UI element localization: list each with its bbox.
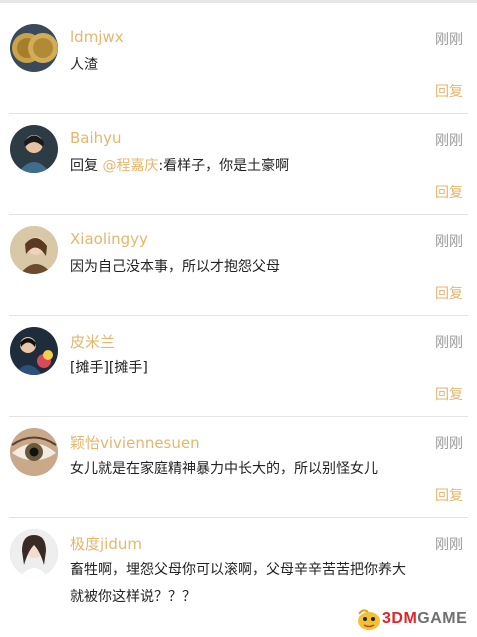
person-avatar-icon[interactable] — [10, 529, 58, 577]
comment-text: 女儿就是在家庭精神暴力中长大的，所以别怪女儿 — [70, 461, 378, 477]
username[interactable]: 极度jidum — [70, 533, 142, 554]
mention-link[interactable]: @程嘉庆 — [102, 158, 158, 174]
reply-button[interactable]: 回复 — [435, 283, 463, 303]
eye-avatar-icon[interactable] — [10, 428, 58, 476]
comment-body: :看样子，你是土豪啊 — [158, 158, 290, 174]
brand-watermark: 3DMGAME — [356, 605, 474, 633]
username[interactable]: ldmjwx — [70, 28, 124, 46]
divider — [9, 517, 468, 518]
person-avatar-icon[interactable] — [10, 226, 58, 274]
brand-game: GAME — [417, 610, 468, 627]
reply-prefix: 回复 — [70, 158, 103, 174]
coin-avatar-icon[interactable] — [10, 24, 58, 72]
divider — [9, 113, 468, 114]
person-avatar-icon[interactable] — [10, 327, 58, 375]
username[interactable]: 颖怡viviennesuen — [70, 432, 200, 453]
comment-text: 因为自己没本事，所以才抱怨父母 — [70, 259, 280, 275]
divider — [9, 214, 468, 215]
comment-text: 回复 @程嘉庆:看样子，你是土豪啊 — [70, 153, 435, 180]
timestamp: 刚刚 — [435, 133, 463, 149]
reply-button[interactable]: 回复 — [435, 81, 463, 101]
username[interactable]: 皮米兰 — [70, 331, 115, 352]
reply-button[interactable]: 回复 — [435, 182, 463, 202]
reply-button[interactable]: 回复 — [435, 384, 463, 404]
timestamp: 刚刚 — [435, 335, 463, 351]
timestamp: 刚刚 — [435, 32, 463, 48]
person-avatar-icon[interactable] — [10, 125, 58, 173]
mascot-icon — [358, 609, 380, 630]
timestamp: 刚刚 — [435, 537, 463, 553]
comment-text: 人渣 — [70, 57, 98, 73]
timestamp: 刚刚 — [435, 234, 463, 250]
brand-3dm: 3DM — [382, 610, 418, 627]
divider — [9, 315, 468, 316]
top-divider — [0, 0, 477, 3]
username[interactable]: Xiaolingyy — [70, 230, 148, 248]
comment-text: [摊手][摊手] — [70, 360, 148, 376]
timestamp: 刚刚 — [435, 436, 463, 452]
brand-text: 3DMGAME — [382, 610, 467, 628]
comment-text: 畜牲啊，埋怨父母你可以滚啊，父母辛辛苦苦把你养大 — [70, 562, 406, 578]
reply-button[interactable]: 回复 — [435, 485, 463, 505]
divider — [9, 416, 468, 417]
username[interactable]: Baihyu — [70, 129, 122, 147]
